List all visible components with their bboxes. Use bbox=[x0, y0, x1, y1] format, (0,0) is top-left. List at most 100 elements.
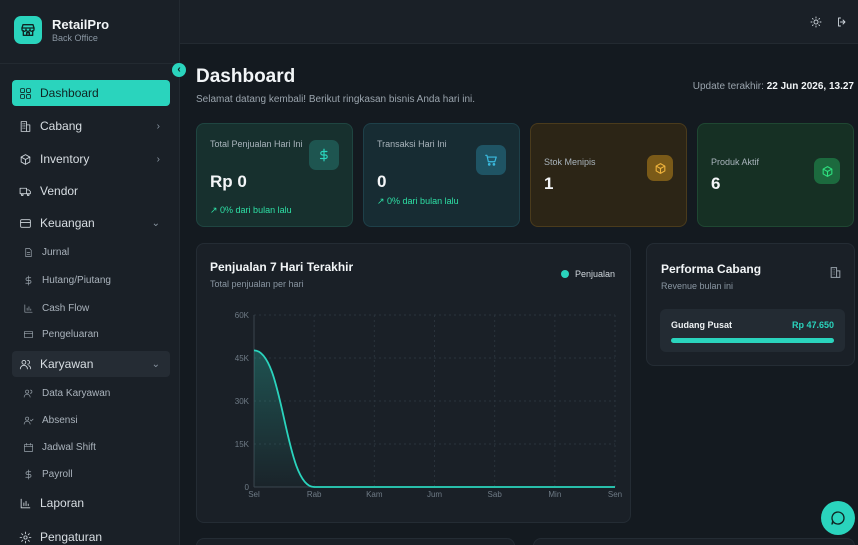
last-update: Update terakhir: 22 Jun 2026, 13.27 bbox=[693, 81, 854, 92]
sidebar-item-label: Inventory bbox=[40, 152, 90, 166]
sun-icon[interactable] bbox=[808, 14, 824, 30]
stat-value: 0 bbox=[377, 172, 387, 191]
bar-chart-icon bbox=[18, 496, 32, 510]
x-tick-label: Rab bbox=[307, 490, 322, 499]
sidebar-item-cabang[interactable]: Cabang › bbox=[12, 119, 170, 133]
x-tick-label: Kam bbox=[366, 490, 383, 499]
stat-trend: ↗ 0% dari bulan lalu bbox=[377, 196, 459, 206]
bar-chart-icon bbox=[22, 302, 34, 314]
x-tick-label: Sen bbox=[608, 490, 622, 499]
stat-label: Total Penjualan Hari Ini bbox=[210, 139, 303, 149]
sidebar-item-keuangan[interactable]: Keuangan ⌄ bbox=[12, 216, 170, 230]
y-tick-label: 45K bbox=[235, 354, 250, 363]
dollar-icon bbox=[309, 140, 339, 170]
sidebar-item-vendor[interactable]: Vendor bbox=[12, 184, 170, 198]
perf-title: Performa Cabang bbox=[661, 262, 762, 276]
stat-value: Rp 0 bbox=[210, 172, 247, 191]
stat-label: Transaksi Hari Ini bbox=[377, 139, 447, 149]
cart-icon bbox=[476, 145, 506, 175]
stat-trend: ↗ 0% dari bulan lalu bbox=[210, 205, 292, 215]
sidebar-item-label: Keuangan bbox=[40, 216, 95, 230]
sidebar-item-label: Laporan bbox=[40, 496, 85, 510]
users-icon bbox=[22, 387, 34, 399]
stat-card-stok-menipis[interactable]: Stok Menipis 1 bbox=[530, 123, 687, 227]
store-logo-icon bbox=[14, 16, 42, 44]
package-icon bbox=[647, 155, 673, 181]
sidebar-subitem-jadwal-shift[interactable]: Jadwal Shift bbox=[22, 441, 96, 453]
bottom-panel-right bbox=[533, 538, 855, 545]
sidebar-subitem-label: Jurnal bbox=[42, 246, 70, 258]
sidebar-item-pengaturan[interactable]: Pengaturan bbox=[12, 530, 170, 544]
sidebar-item-dashboard[interactable]: Dashboard bbox=[12, 80, 170, 106]
sidebar-subitem-label: Data Karyawan bbox=[42, 387, 111, 399]
x-tick-label: Min bbox=[548, 490, 561, 499]
chat-button[interactable] bbox=[821, 501, 855, 535]
sidebar-item-laporan[interactable]: Laporan bbox=[12, 496, 170, 510]
stat-label: Stok Menipis bbox=[544, 157, 596, 167]
stat-card-transaksi[interactable]: Transaksi Hari Ini 0 ↗ 0% dari bulan lal… bbox=[363, 123, 520, 227]
users-icon bbox=[18, 357, 32, 371]
sales-chart-panel: Penjualan 7 Hari Terakhir Total penjuala… bbox=[196, 243, 631, 523]
last-update-label: Update terakhir: bbox=[692, 81, 764, 92]
sidebar-subitem-data-karyawan[interactable]: Data Karyawan bbox=[22, 387, 110, 399]
dollar-icon bbox=[22, 468, 34, 480]
sidebar-item-label: Dashboard bbox=[40, 86, 99, 100]
logout-icon[interactable] bbox=[834, 14, 850, 30]
sidebar-subitem-payroll[interactable]: Payroll bbox=[22, 468, 73, 480]
chevron-right-icon: › bbox=[156, 120, 160, 132]
brand-name: RetailPro bbox=[52, 16, 110, 32]
y-tick-label: 60K bbox=[235, 311, 250, 320]
sidebar-item-label: Cabang bbox=[40, 119, 83, 133]
branch-amount: Rp 47.650 bbox=[791, 320, 834, 330]
building-icon bbox=[18, 119, 32, 133]
page-subtitle: Selamat datang kembali! Berikut ringkasa… bbox=[196, 94, 476, 105]
stat-card-produk-aktif[interactable]: Produk Aktif 6 bbox=[697, 123, 854, 227]
divider bbox=[0, 63, 179, 64]
sidebar-subitem-pengeluaran[interactable]: Pengeluaran bbox=[22, 328, 99, 340]
sidebar-subitem-jurnal[interactable]: Jurnal bbox=[22, 246, 69, 258]
sidebar-subitem-label: Hutang/Piutang bbox=[42, 274, 111, 286]
sidebar-subitem-label: Pengeluaran bbox=[42, 328, 99, 340]
x-tick-label: Sab bbox=[488, 490, 503, 499]
branch-progress-track bbox=[671, 338, 834, 343]
branch-row[interactable]: Gudang Pusat Rp 47.650 bbox=[660, 309, 845, 352]
stat-value: 6 bbox=[711, 174, 721, 193]
stat-value: 1 bbox=[544, 174, 554, 193]
sidebar-subitem-label: Cash Flow bbox=[42, 302, 90, 314]
stat-card-total-penjualan[interactable]: Total Penjualan Hari Ini Rp 0 ↗ 0% dari … bbox=[196, 123, 353, 227]
x-tick-label: Sel bbox=[248, 490, 260, 499]
file-icon bbox=[22, 246, 34, 258]
chevron-right-icon: › bbox=[156, 153, 160, 165]
sidebar-subitem-hutang-piutang[interactable]: Hutang/Piutang bbox=[22, 274, 111, 286]
chat-icon bbox=[831, 511, 845, 525]
grid-icon bbox=[18, 86, 32, 100]
sidebar-item-label: Vendor bbox=[40, 184, 79, 198]
sidebar-subitem-label: Absensi bbox=[42, 414, 78, 426]
calendar-icon bbox=[22, 441, 34, 453]
branch-performance-panel: Performa Cabang Revenue bulan ini Gudang… bbox=[646, 243, 855, 366]
sidebar-subitem-cash-flow[interactable]: Cash Flow bbox=[22, 302, 89, 314]
chevron-down-icon: ⌄ bbox=[151, 217, 160, 229]
sidebar-item-label: Karyawan bbox=[40, 357, 94, 371]
perf-subtitle: Revenue bulan ini bbox=[661, 281, 734, 291]
brand[interactable]: RetailPro Back Office bbox=[14, 16, 109, 44]
collapse-sidebar-button[interactable]: ‹ bbox=[172, 63, 186, 77]
building-icon bbox=[829, 266, 842, 284]
stat-label: Produk Aktif bbox=[711, 157, 760, 167]
sidebar-subitem-absensi[interactable]: Absensi bbox=[22, 414, 78, 426]
package-icon bbox=[18, 152, 32, 166]
brand-subtitle: Back Office bbox=[52, 32, 98, 43]
branch-name: Gudang Pusat bbox=[671, 320, 733, 330]
sidebar-item-karyawan[interactable]: Karyawan ⌄ bbox=[12, 351, 170, 377]
truck-icon bbox=[18, 184, 32, 198]
sales-chart: 015K30K45K60KSel Rab Kam Jum Sab Min Sen bbox=[235, 311, 622, 499]
user-check-icon bbox=[22, 414, 34, 426]
sidebar-item-label: Pengaturan bbox=[40, 530, 103, 544]
package-icon bbox=[814, 158, 840, 184]
dollar-icon bbox=[22, 274, 34, 286]
y-tick-label: 15K bbox=[235, 440, 250, 449]
sidebar-item-inventory[interactable]: Inventory › bbox=[12, 152, 170, 166]
branch-progress-fill bbox=[671, 338, 834, 343]
chevron-down-icon: ⌄ bbox=[151, 358, 160, 370]
topbar bbox=[180, 0, 858, 44]
